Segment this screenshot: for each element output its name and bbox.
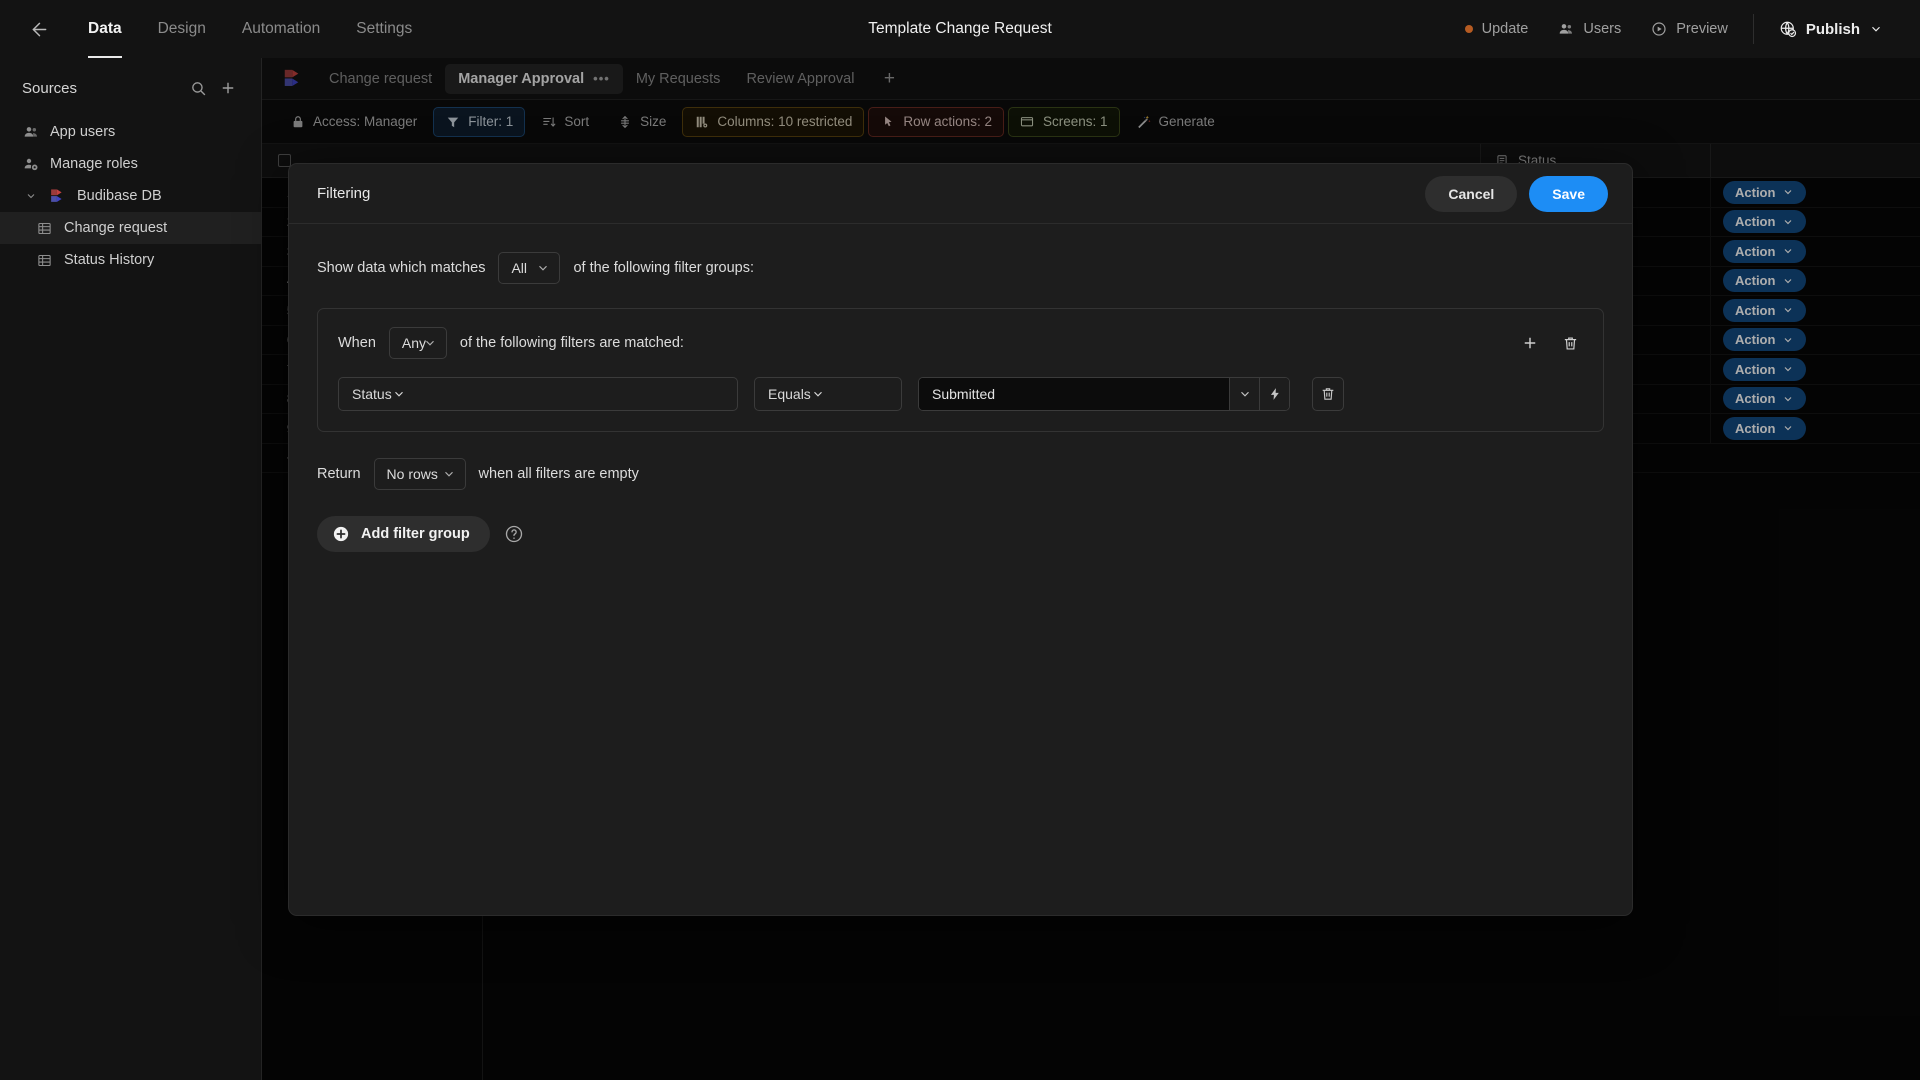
update-status-dot [1464,25,1473,33]
filter-group-header: When Any of the following filters are ma… [338,327,1583,359]
when-operator-select[interactable]: Any [388,327,447,359]
binding-lightning-button[interactable] [1259,378,1289,410]
search-icon[interactable] [185,75,211,101]
sidebar-item-label: App users [50,124,116,140]
users-button[interactable]: Users [1543,11,1636,47]
chevron-down-icon [423,336,437,350]
filter-field-value: Status [352,386,392,402]
chevron-down-icon [536,261,550,275]
divider [1752,14,1754,44]
match-mode-select[interactable]: All [498,252,561,284]
topnav-item-data[interactable]: Data [70,0,140,58]
publish-globe-icon [1779,20,1797,38]
modal-body: Show data which matches All of the follo… [289,224,1632,552]
chevron-down-icon[interactable] [24,190,38,202]
filter-field-select[interactable]: Status [338,377,738,411]
topnav-item-automation[interactable]: Automation [224,0,338,58]
cancel-button[interactable]: Cancel [1425,175,1518,212]
match-mode-row: Show data which matches All of the follo… [317,252,1604,284]
sources-sidebar: Sources App users Manage roles Budibase … [0,58,262,1080]
chevron-down-icon [1869,22,1883,36]
delete-group-button[interactable] [1557,330,1583,356]
return-suffix-label: when all filters are empty [478,466,639,482]
when-row: When Any of the following filters are ma… [338,327,684,359]
users-label: Users [1583,21,1622,37]
filter-value-input[interactable]: Submitted [919,378,1229,410]
sidebar-item-change-request[interactable]: Change request [0,212,261,244]
sources-list: App users Manage roles Budibase DB Chang… [0,116,261,276]
back-button[interactable] [22,12,56,46]
update-label: Update [1481,21,1529,37]
save-button[interactable]: Save [1529,175,1608,212]
delete-filter-button[interactable] [1312,377,1344,411]
sidebar-item-label: Change request [64,220,168,236]
sidebar-item-budibase-db[interactable]: Budibase DB [0,180,261,212]
chevron-down-icon [442,467,456,481]
sidebar-item-manage-roles[interactable]: Manage roles [0,148,261,180]
sources-header: Sources [0,66,261,110]
user-gear-icon [22,156,39,173]
return-prefix-label: Return [317,466,361,482]
plus-circle-icon [332,525,350,543]
match-suffix-label: of the following filter groups: [573,260,754,276]
modal-title: Filtering [317,185,371,202]
sidebar-item-label: Manage roles [50,156,138,172]
sidebar-item-label: Status History [64,252,155,268]
sidebar-item-app-users[interactable]: App users [0,116,261,148]
filter-operator-value: Equals [768,386,811,402]
chevron-down-icon [392,387,406,401]
update-button[interactable]: Update [1450,11,1544,47]
add-filter-group-label: Add filter group [361,526,470,542]
when-label: When [338,335,376,351]
match-prefix-label: Show data which matches [317,260,486,276]
add-filter-button[interactable] [1517,330,1543,356]
topnav-label: Settings [356,20,413,37]
filter-value-group: Submitted [918,377,1290,411]
filter-row: Status Equals Submitted [338,377,1583,411]
return-mode-value: No rows [386,466,438,482]
match-mode-value: All [511,260,528,276]
filter-operator-select[interactable]: Equals [754,377,902,411]
budibase-logo-icon [49,188,66,205]
top-bar: Data Design Automation Settings Template… [0,0,1920,58]
topnav-item-settings[interactable]: Settings [338,0,430,58]
app-root: Data Design Automation Settings Template… [0,0,1920,1080]
add-filter-group-row: Add filter group [317,516,1604,552]
users-icon [1558,21,1574,37]
filtering-modal: Filtering Cancel Save Show data which ma… [288,163,1633,916]
filter-value-dropdown-button[interactable] [1229,378,1259,410]
table-icon [36,252,53,269]
play-icon [1651,21,1667,37]
sources-title: Sources [22,79,78,97]
filter-group: When Any of the following filters are ma… [317,308,1604,432]
return-mode-select[interactable]: No rows [373,458,466,490]
users-icon [22,124,39,141]
filter-group-actions [1517,330,1583,356]
topnav-label: Design [157,20,206,37]
modal-header: Filtering Cancel Save [289,164,1632,224]
when-suffix-label: of the following filters are matched: [459,335,684,351]
preview-button[interactable]: Preview [1636,11,1743,47]
add-source-icon[interactable] [215,75,241,101]
sidebar-item-status-history[interactable]: Status History [0,244,261,276]
return-row: Return No rows when all filters are empt… [317,458,1604,490]
preview-label: Preview [1676,21,1728,37]
question-circle-icon[interactable] [504,524,524,544]
topnav-label: Data [88,20,122,37]
chevron-down-icon [811,387,825,401]
topnav-item-design[interactable]: Design [140,0,224,58]
table-icon [36,220,53,237]
add-filter-group-button[interactable]: Add filter group [317,516,490,552]
top-nav: Data Design Automation Settings [70,0,430,58]
sidebar-item-label: Budibase DB [77,188,162,204]
publish-label: Publish [1805,20,1860,38]
top-right-actions: Update Users Preview Publish [1450,0,1920,58]
topnav-label: Automation [241,20,321,37]
publish-button[interactable]: Publish [1764,11,1898,47]
